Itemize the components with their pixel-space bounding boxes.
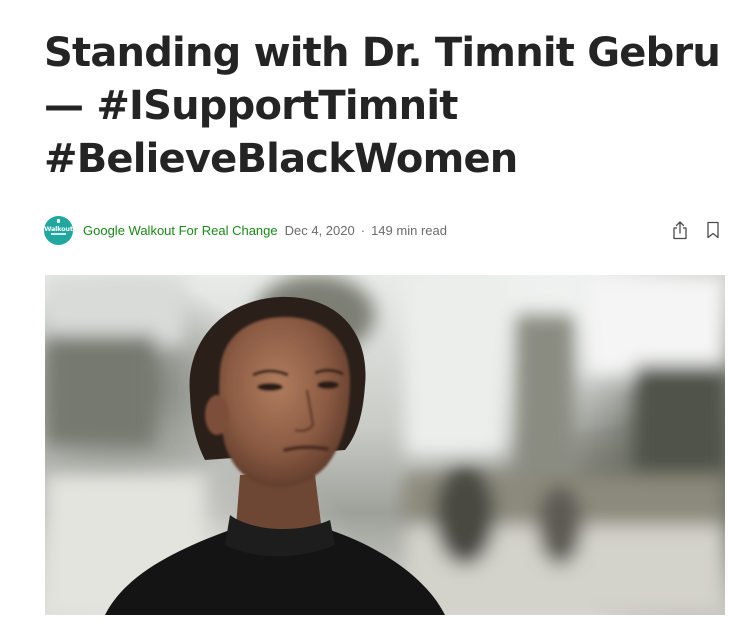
bookmark-icon [707, 221, 719, 239]
article-title: Standing with Dr. Timnit Gebru — #ISuppo… [44, 27, 734, 186]
meta-separator: · [360, 222, 366, 238]
avatar-logo-bar [51, 232, 66, 235]
author-link[interactable]: Google Walkout For Real Change [83, 223, 278, 238]
publish-date: Dec 4, 2020 [284, 222, 355, 238]
hero-image [45, 275, 725, 615]
read-time: 149 min read [371, 222, 447, 238]
article-actions [669, 218, 724, 242]
avatar-logo-text: Walkout [44, 224, 73, 233]
share-button[interactable] [669, 218, 691, 242]
hero-photo-portrait [45, 275, 725, 615]
author-avatar[interactable]: Walkout [44, 215, 73, 245]
byline: Walkout Google Walkout For Real Change D… [44, 214, 724, 246]
share-icon [673, 221, 687, 240]
bookmark-button[interactable] [702, 218, 724, 242]
avatar-figure [57, 218, 60, 223]
title-line-2: — #ISupportTimnit [44, 83, 458, 129]
title-line-1: Standing with Dr. Timnit Gebru [44, 30, 721, 76]
title-line-3: #BelieveBlackWomen [44, 136, 518, 182]
